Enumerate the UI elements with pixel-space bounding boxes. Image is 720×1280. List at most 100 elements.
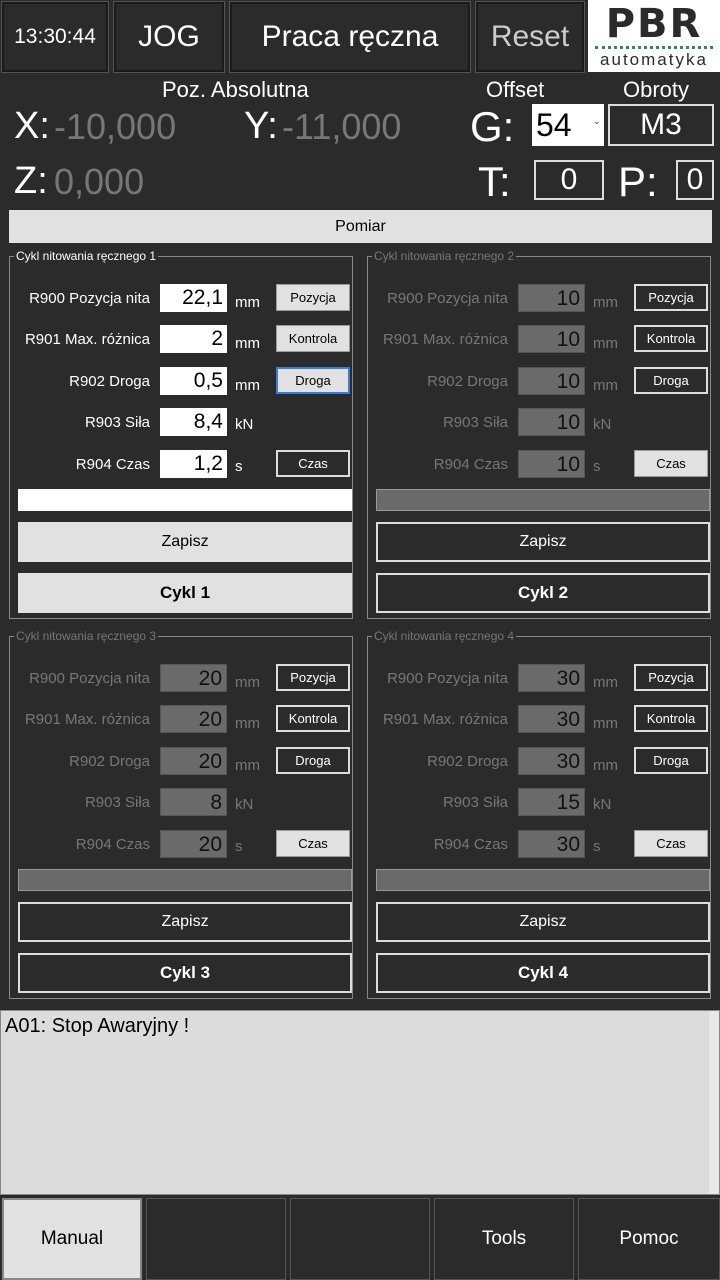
param-row: R903 Siła 15 kN	[368, 788, 712, 818]
screen-title-text: Praca ręczna	[261, 20, 439, 53]
program-number-value: 0	[686, 163, 704, 196]
param-pozycja-button[interactable]: Pozycja	[276, 664, 350, 691]
param-label: R902 Droga	[69, 373, 150, 390]
param-value-input[interactable]: 10	[518, 325, 585, 353]
footer-tools-label: Tools	[481, 1228, 527, 1249]
footer-manual-button[interactable]: Manual	[2, 1198, 142, 1280]
param-label: R900 Pozycja nita	[29, 290, 150, 307]
reset-button[interactable]: Reset	[475, 1, 585, 73]
param-row: R902 Droga 10 mm Droga	[368, 367, 712, 397]
param-label: R900 Pozycja nita	[387, 290, 508, 307]
footer-empty-button-2[interactable]	[290, 1198, 430, 1280]
param-kontrola-button[interactable]: Kontrola	[276, 325, 350, 352]
cycle-panel-2: Cykl nitowania ręcznego 2 R900 Pozycja ni…	[367, 249, 712, 619]
alarm-log[interactable]: A01: Stop Awaryjny !	[0, 1010, 720, 1195]
screen-title: Praca ręczna	[229, 1, 471, 73]
param-value-input[interactable]: 30	[518, 747, 585, 775]
param-value-input[interactable]: 10	[518, 284, 585, 312]
param-label: R904 Czas	[433, 836, 508, 853]
cycle-panel-3: Cykl nitowania ręcznego 3 R900 Pozycja ni…	[9, 629, 354, 999]
param-pozycja-button[interactable]: Pozycja	[634, 284, 708, 311]
param-droga-button[interactable]: Droga	[276, 747, 350, 774]
param-value-input[interactable]: 20	[160, 830, 227, 858]
cycle-start-button[interactable]: Cykl 2	[376, 573, 710, 613]
footer-manual-label: Manual	[40, 1228, 104, 1249]
logo-divider	[595, 45, 713, 49]
param-kontrola-button[interactable]: Kontrola	[634, 325, 708, 352]
z-axis-value: 0,000	[54, 161, 145, 202]
param-value-input[interactable]: 30	[518, 705, 585, 733]
param-pozycja-button[interactable]: Pozycja	[634, 664, 708, 691]
param-value-input[interactable]: 8	[160, 788, 227, 816]
param-czas-button[interactable]: Czas	[634, 830, 708, 857]
param-unit: kN	[235, 416, 254, 433]
param-row: R900 Pozycja nita 10 mm Pozycja	[368, 284, 712, 314]
param-value-input[interactable]: 30	[518, 830, 585, 858]
param-value-input[interactable]: 8,4	[160, 408, 227, 436]
save-button[interactable]: Zapisz	[18, 522, 352, 562]
param-label: R904 Czas	[433, 456, 508, 473]
param-unit: mm	[235, 757, 260, 774]
cycle-start-button[interactable]: Cykl 3	[18, 953, 352, 993]
param-value-input[interactable]: 20	[160, 747, 227, 775]
save-button[interactable]: Zapisz	[376, 522, 710, 562]
footer-tools-button[interactable]: Tools	[434, 1198, 574, 1280]
save-button[interactable]: Zapisz	[18, 902, 352, 942]
param-czas-button[interactable]: Czas	[276, 830, 350, 857]
param-label: R904 Czas	[75, 836, 150, 853]
cycle-start-button[interactable]: Cykl 1	[18, 573, 352, 613]
chevron-down-icon: ⌄	[592, 116, 601, 127]
param-kontrola-button[interactable]: Kontrola	[634, 705, 708, 732]
param-droga-button[interactable]: Droga	[634, 747, 708, 774]
param-kontrola-button[interactable]: Kontrola	[276, 705, 350, 732]
param-czas-button[interactable]: Czas	[634, 450, 708, 477]
footer-help-button[interactable]: Pomoc	[578, 1198, 720, 1280]
alarm-scrollbar[interactable]	[709, 1011, 719, 1194]
clock-text: 13:30:44	[14, 25, 96, 48]
param-value-input[interactable]: 1,2	[160, 450, 227, 478]
param-value-input[interactable]: 15	[518, 788, 585, 816]
cycle-panel-1: Cykl nitowania ręcznego 1 R900 Pozycja ni…	[9, 249, 354, 619]
param-value-input[interactable]: 20	[160, 664, 227, 692]
footer-help-label: Pomoc	[619, 1228, 679, 1249]
param-unit: mm	[235, 715, 260, 732]
param-label: R903 Siła	[84, 414, 150, 431]
param-row: R901 Max. różnica 2 mm Kontrola	[10, 325, 354, 355]
param-value-input[interactable]: 20	[160, 705, 227, 733]
cycle-start-button[interactable]: Cykl 4	[376, 953, 710, 993]
param-pozycja-button[interactable]: Pozycja	[276, 284, 350, 311]
abs-position-label: Poz. Absolutna	[162, 77, 309, 102]
save-button[interactable]: Zapisz	[376, 902, 710, 942]
mode-jog-button[interactable]: JOG	[113, 1, 225, 73]
param-value-input[interactable]: 30	[518, 664, 585, 692]
x-axis-label: X:	[14, 105, 50, 147]
param-czas-button[interactable]: Czas	[276, 450, 350, 477]
program-label: P:	[618, 158, 658, 205]
param-row: R904 Czas 30 s Czas	[368, 830, 712, 860]
param-value-input[interactable]: 10	[518, 450, 585, 478]
param-droga-button[interactable]: Droga	[634, 367, 708, 394]
param-row: R900 Pozycja nita 22,1 mm Pozycja	[10, 284, 354, 314]
reset-label: Reset	[490, 20, 570, 53]
param-label: R903 Siła	[84, 794, 150, 811]
param-value-input[interactable]: 10	[518, 367, 585, 395]
param-unit: kN	[235, 796, 254, 813]
panel-title: Cykl nitowania ręcznego 3	[14, 629, 159, 643]
param-droga-button[interactable]: Droga	[276, 367, 350, 394]
param-value-input[interactable]: 2	[160, 325, 227, 353]
g-offset-select[interactable]: 54 ⌄	[532, 104, 604, 146]
param-value-input[interactable]: 22,1	[160, 284, 227, 312]
param-value-input[interactable]: 0,5	[160, 367, 227, 395]
param-unit: mm	[235, 294, 260, 311]
program-number-field[interactable]: 0	[676, 160, 714, 200]
company-logo: PBR automatyka	[588, 0, 720, 72]
clock-display: 13:30:44	[1, 1, 109, 73]
footer-empty-button-1[interactable]	[146, 1198, 286, 1280]
pomiar-button[interactable]: Pomiar	[9, 210, 712, 243]
status-bar	[376, 489, 710, 511]
param-row: R904 Czas 20 s Czas	[10, 830, 354, 860]
logo-sub-text: automatyka	[600, 49, 708, 69]
tool-number-field[interactable]: 0	[534, 160, 604, 200]
panel-title: Cykl nitowania ręcznego 4	[372, 629, 517, 643]
param-value-input[interactable]: 10	[518, 408, 585, 436]
